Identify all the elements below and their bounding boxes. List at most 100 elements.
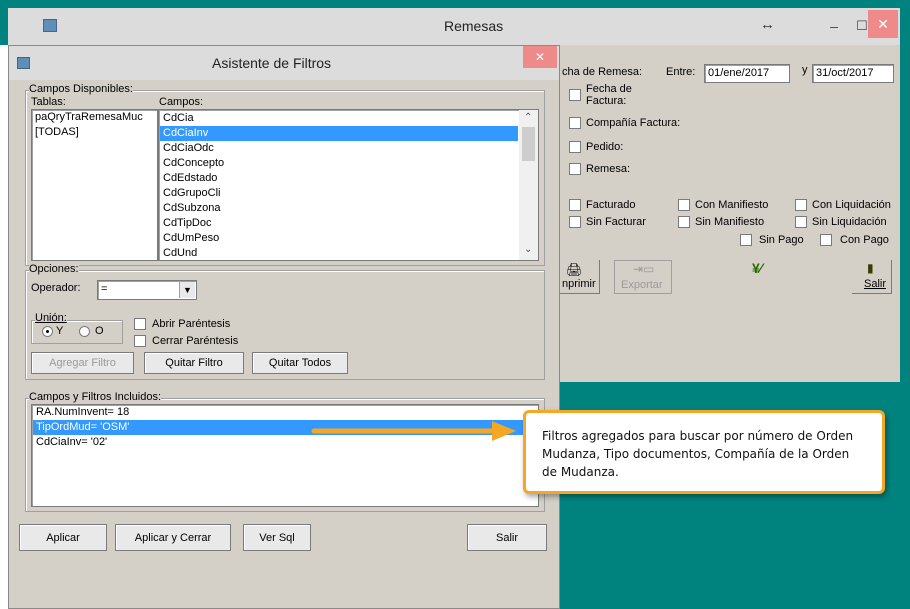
campos-item[interactable]: CdSubzona [160, 201, 518, 216]
fecha-factura-checkbox[interactable] [569, 89, 581, 101]
compania-factura-checkbox[interactable] [569, 117, 581, 129]
fecha-factura-label: Fecha de Factura: [586, 83, 632, 107]
filter-icon: ¥⁄ [752, 260, 763, 276]
facturado-label: Facturado [586, 199, 636, 211]
callout-box: Filtros agregados para buscar por número… [523, 410, 885, 494]
salir-dialog-button[interactable]: Salir [467, 524, 547, 551]
campos-disponibles-label: Campos Disponibles: [29, 83, 133, 95]
campos-item[interactable]: CdCiaInv [160, 126, 518, 141]
union-label: Unión: [35, 312, 67, 324]
campos-scrollbar[interactable]: ⌃ ⌄ [519, 110, 538, 260]
con-pago-checkbox[interactable] [820, 234, 832, 246]
sin-manifiesto-label: Sin Manifiesto [695, 216, 765, 228]
compania-factura-label: Compañía Factura: [586, 117, 681, 129]
opciones-label: Opciones: [29, 263, 79, 275]
campos-items: CdCia CdCiaInv CdCiaOdc CdConcepto CdEdstado… [160, 111, 518, 260]
filter-dialog: Asistente de Filtros ✕ Campos Disponible… [8, 45, 560, 609]
sin-pago-checkbox[interactable] [740, 234, 752, 246]
pedido-label: Pedido: [586, 141, 624, 153]
con-liquidacion-checkbox[interactable] [795, 199, 807, 211]
aplicar-button[interactable]: Aplicar [19, 524, 107, 551]
dialog-titlebar[interactable]: Asistente de Filtros ✕ [9, 46, 559, 80]
campos-item[interactable]: CdUnd [160, 246, 518, 260]
remesa-checkbox[interactable] [569, 163, 581, 175]
export-icon: ⇥▭ [633, 262, 655, 276]
dialog-title: Asistente de Filtros [212, 55, 332, 71]
radio-dot [46, 330, 49, 333]
campos-item[interactable]: CdCia [160, 111, 518, 126]
aplicar-cerrar-button[interactable]: Aplicar y Cerrar [115, 524, 231, 551]
sin-pago-label: Sin Pago [759, 234, 804, 246]
tablas-label: Tablas: [31, 96, 66, 108]
scroll-down-icon[interactable]: ⌄ [524, 244, 532, 255]
pedido-checkbox[interactable] [569, 141, 581, 153]
fecha-hasta-input[interactable]: 31/oct/2017 [812, 64, 894, 83]
fecha-remesa-label: cha de Remesa: [562, 66, 643, 78]
entre-label: Entre: [666, 66, 696, 78]
campos-item[interactable]: CdTipDoc [160, 216, 518, 231]
union-o-radio[interactable] [79, 326, 90, 337]
union-label-text: Unión: [35, 312, 67, 324]
ver-sql-button[interactable]: Ver Sql [243, 524, 311, 551]
exportar-label: Exportar [621, 279, 663, 291]
salir-main-label: Salir [864, 278, 887, 290]
con-manifiesto-checkbox[interactable] [678, 199, 690, 211]
fecha-desde-input[interactable]: 01/ene/2017 [704, 64, 790, 83]
union-o-label: O [95, 325, 104, 337]
con-pago-label: Con Pago [840, 234, 889, 246]
scroll-thumb[interactable] [522, 127, 535, 161]
dropdown-arrow-icon[interactable]: ▼ [179, 282, 195, 298]
facturado-checkbox[interactable] [569, 199, 581, 211]
incluidos-label: Campos y Filtros Incluidos: [29, 391, 162, 403]
filter-wizard-button[interactable]: ¥⁄ [746, 258, 776, 282]
y-label: y [802, 64, 808, 76]
agregar-filtro-button[interactable]: Agregar Filtro [31, 352, 134, 374]
operador-label: Operador: [31, 282, 81, 294]
campos-item[interactable]: CdEdstado [160, 171, 518, 186]
dialog-close-button[interactable]: ✕ [523, 46, 557, 68]
campos-item[interactable]: CdUmPeso [160, 231, 518, 246]
sin-manifiesto-checkbox[interactable] [678, 216, 690, 228]
remesa-label: Remesa: [586, 163, 631, 175]
quitar-todos-button[interactable]: Quitar Todos [252, 352, 348, 374]
callout-text: Filtros agregados para buscar por número… [542, 429, 854, 479]
main-close-button[interactable]: ✕ [868, 10, 898, 38]
tablas-item[interactable]: paQryTraRemesaMuc [32, 110, 157, 125]
operador-value: = [101, 283, 108, 295]
cerrar-parentesis-checkbox[interactable] [134, 335, 146, 347]
callout-arrow [311, 421, 516, 441]
desktop-background-right [900, 0, 910, 609]
imprimir-label: nprimir [562, 278, 596, 290]
tablas-list[interactable]: paQryTraRemesaMuc [TODAS] [31, 109, 158, 261]
exportar-button[interactable]: ⇥▭ Exportar [614, 260, 672, 294]
abrir-parentesis-label: Abrir Paréntesis [152, 318, 231, 330]
desktop-background-top [0, 0, 910, 8]
union-y-radio[interactable] [42, 326, 53, 337]
campos-item[interactable]: CdCiaOdc [160, 141, 518, 156]
main-window-app-icon [43, 19, 57, 32]
main-window-titlebar[interactable]: Remesas ↔ – ☐ ✕ [8, 8, 900, 45]
operador-select[interactable]: = ▼ [97, 280, 197, 300]
union-y-label: Y [56, 325, 64, 337]
salir-main-button[interactable]: ▮ Salir [852, 260, 892, 294]
tablas-item[interactable]: [TODAS] [32, 125, 157, 140]
campos-label: Campos: [159, 96, 204, 108]
campos-list[interactable]: CdCia CdCiaInv CdCiaOdc CdConcepto CdEdstado… [158, 109, 539, 261]
cerrar-parentesis-label: Cerrar Paréntesis [152, 335, 239, 347]
quitar-filtro-button[interactable]: Quitar Filtro [144, 352, 244, 374]
campos-item[interactable]: CdConcepto [160, 156, 518, 171]
campos-item[interactable]: CdGrupoCli [160, 186, 518, 201]
desktop-background-left [0, 0, 8, 45]
abrir-parentesis-checkbox[interactable] [134, 318, 146, 330]
main-window-title: Remesas [444, 18, 504, 34]
con-manifiesto-label: Con Manifiesto [695, 199, 769, 211]
sin-liquidacion-checkbox[interactable] [795, 216, 807, 228]
printer-icon: 🖨 [566, 262, 583, 277]
scroll-up-icon[interactable]: ⌃ [524, 112, 532, 123]
imprimir-button[interactable]: 🖨 nprimir [560, 260, 600, 294]
resize-arrows-icon[interactable]: ↔ [760, 16, 775, 33]
sin-facturar-checkbox[interactable] [569, 216, 581, 228]
sin-liquidacion-label: Sin Liquidación [812, 216, 887, 228]
dialog-app-icon [17, 57, 30, 69]
con-liquidacion-label: Con Liquidación [812, 199, 891, 211]
